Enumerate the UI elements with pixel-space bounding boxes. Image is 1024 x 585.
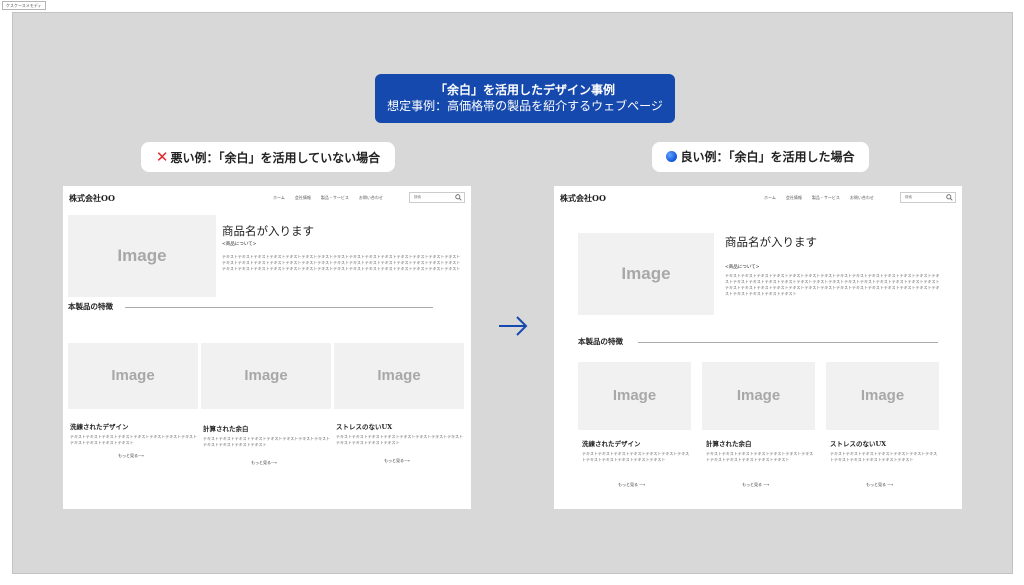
search-input[interactable]: 検索 <box>409 192 465 203</box>
bad-example-site: 株式会社OO ホーム 会社情報 製品・サービス お問い合わせ 検索 Image 商品名… <box>63 186 471 509</box>
feature-image-1: Image <box>578 362 691 430</box>
site-nav: ホーム 会社情報 製品・サービス お問い合わせ <box>273 195 393 201</box>
feature-text-2: テキストテキストテキストテキストテキストテキストテキストテキストテキストテキスト… <box>706 451 814 462</box>
canvas: 「余白」を活用したデザイン事例 想定事例：高価格帯の製品を紹介するウェブページ … <box>12 12 1013 574</box>
site-nav: ホーム 会社情報 製品・サービス お問い合わせ <box>764 195 884 201</box>
feature-image-2: Image <box>702 362 815 430</box>
nav-contact[interactable]: お問い合わせ <box>359 195 383 200</box>
product-description: テキストテキストテキストテキストテキストテキストテキストテキストテキストテキスト… <box>222 254 461 271</box>
feature-text-1: テキストテキストテキストテキストテキストテキストテキストテキストテキストテキスト… <box>582 451 690 462</box>
section-divider <box>638 342 938 343</box>
cross-mark-icon: ✕ <box>155 148 169 166</box>
feature-title-3: ストレスのないUX <box>336 423 393 431</box>
feature-title-2: 計算された余白 <box>706 440 752 448</box>
product-about-heading: <商品について> <box>725 265 760 270</box>
nav-products[interactable]: 製品・サービス <box>812 195 840 200</box>
site-logo[interactable]: 株式会社OO <box>69 193 115 203</box>
search-icon <box>455 194 462 201</box>
more-link-3[interactable]: もっと見る ⟶ <box>866 482 893 487</box>
features-section-title: 本製品の特徴 <box>578 337 623 346</box>
feature-title-3: ストレスのないUX <box>830 440 887 448</box>
feature-image-3: Image <box>334 343 464 409</box>
feature-text-2: テキストテキストテキストテキストテキストテキストテキストテキストテキストテキスト… <box>203 436 331 447</box>
search-placeholder: 検索 <box>905 195 912 199</box>
banner-title: 「余白」を活用したデザイン事例 <box>434 83 615 97</box>
nav-contact[interactable]: お問い合わせ <box>850 195 874 200</box>
feature-image-2: Image <box>201 343 331 409</box>
search-placeholder: 検索 <box>414 195 421 199</box>
more-link-1[interactable]: もっと見る⟶ <box>118 453 144 458</box>
more-link-2[interactable]: もっと見る ⟶ <box>742 482 769 487</box>
features-section-title: 本製品の特徴 <box>68 302 113 311</box>
frame-tag: ケスケースメモディ <box>2 1 46 10</box>
site-logo[interactable]: 株式会社OO <box>560 193 606 203</box>
bad-example-label: ✕ 悪い例：「余白」を活用していない場合 <box>141 142 395 172</box>
blue-circle-icon <box>666 151 678 162</box>
search-input[interactable]: 検索 <box>900 192 956 203</box>
product-description: テキストテキストテキストテキストテキストテキストテキストテキストテキストテキスト… <box>725 273 940 296</box>
good-example-label: 良い例：「余白」を活用した場合 <box>652 142 869 172</box>
feature-text-1: テキストテキストテキストテキストテキストテキストテキストテキストテキストテキスト… <box>70 434 198 445</box>
banner-subtitle: 想定事例：高価格帯の製品を紹介するウェブページ <box>387 99 663 113</box>
good-example-text: 良い例：「余白」を活用した場合 <box>680 150 855 164</box>
feature-image-1: Image <box>68 343 198 409</box>
product-image: Image <box>68 215 216 297</box>
right-arrow-icon <box>499 316 528 336</box>
product-about-heading: <商品について> <box>222 242 257 247</box>
feature-text-3: テキストテキストテキストテキストテキストテキストテキストテキストテキストテキスト… <box>336 434 464 445</box>
product-title: 商品名が入ります <box>222 224 314 238</box>
feature-image-3: Image <box>826 362 939 430</box>
nav-company[interactable]: 会社情報 <box>786 195 802 200</box>
section-divider <box>125 307 433 308</box>
title-banner: 「余白」を活用したデザイン事例 想定事例：高価格帯の製品を紹介するウェブページ <box>375 74 675 123</box>
more-link-3[interactable]: もっと見る⟶ <box>384 458 410 463</box>
feature-title-1: 洗練されたデザイン <box>582 440 641 448</box>
product-image: Image <box>578 233 714 315</box>
feature-title-2: 計算された余白 <box>203 425 249 433</box>
nav-company[interactable]: 会社情報 <box>295 195 311 200</box>
bad-example-text: 悪い例：「余白」を活用していない場合 <box>170 151 381 165</box>
good-example-site: 株式会社OO ホーム 会社情報 製品・サービス お問い合わせ 検索 Image 商品名… <box>554 186 962 509</box>
more-link-1[interactable]: もっと見る ⟶ <box>618 482 645 487</box>
feature-title-1: 洗練されたデザイン <box>70 423 129 431</box>
feature-text-3: テキストテキストテキストテキストテキストテキストテキストテキストテキストテキスト… <box>830 451 938 462</box>
product-title: 商品名が入ります <box>725 235 817 249</box>
search-icon <box>946 194 953 201</box>
more-link-2[interactable]: もっと見る⟶ <box>251 460 277 465</box>
nav-products[interactable]: 製品・サービス <box>321 195 349 200</box>
nav-home[interactable]: ホーム <box>273 195 285 200</box>
nav-home[interactable]: ホーム <box>764 195 776 200</box>
